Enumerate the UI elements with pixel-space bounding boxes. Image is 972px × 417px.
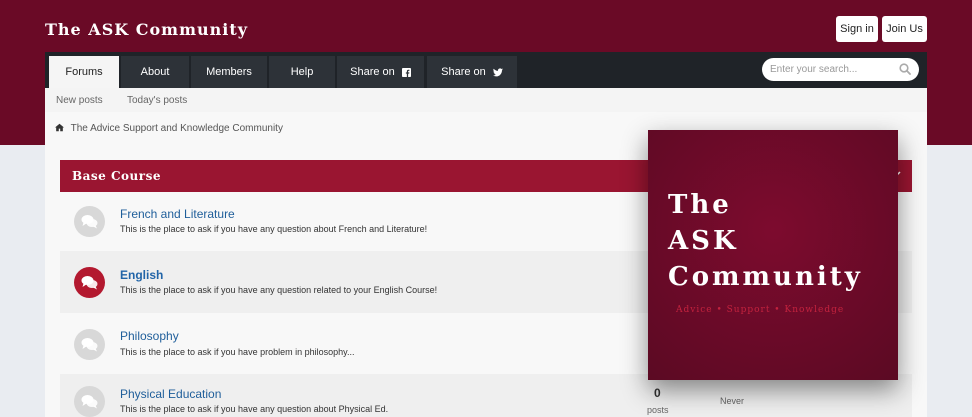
community-logo: The ASK Community Advice • Support • Kno… bbox=[648, 130, 898, 380]
forum-title-link[interactable]: Physical Education bbox=[120, 387, 221, 401]
forum-description: This is the place to ask if you have pro… bbox=[120, 347, 355, 357]
logo-line-2: ASK bbox=[668, 226, 739, 256]
search-icon[interactable] bbox=[899, 63, 911, 75]
breadcrumb-community-link[interactable]: The Advice Support and Knowledge Communi… bbox=[71, 123, 283, 134]
logo-tagline: Advice • Support • Knowledge bbox=[676, 305, 845, 315]
forum-description: This is the place to ask if you have any… bbox=[120, 224, 428, 234]
forum-status-icon bbox=[74, 267, 105, 298]
forum-status-icon bbox=[74, 386, 105, 417]
tab-forums[interactable]: Forums bbox=[49, 56, 119, 88]
share-twitter-label: Share on bbox=[441, 66, 486, 78]
forum-title-link[interactable]: English bbox=[120, 268, 163, 282]
tab-share-twitter[interactable]: Share on bbox=[427, 56, 517, 88]
tab-help[interactable]: Help bbox=[269, 56, 335, 88]
chat-bubbles-icon bbox=[81, 338, 98, 352]
search-box bbox=[762, 58, 919, 81]
forum-description: This is the place to ask if you have any… bbox=[120, 285, 438, 295]
site-title[interactable]: The ASK Community bbox=[45, 20, 248, 39]
tab-members[interactable]: Members bbox=[191, 56, 267, 88]
search-input[interactable] bbox=[770, 61, 895, 78]
main-navbar: Forums About Members Help Share on Share… bbox=[45, 52, 927, 88]
join-button[interactable]: Join Us bbox=[882, 16, 927, 42]
posts-label: posts bbox=[647, 405, 669, 415]
sub-navigation: New posts Today's posts bbox=[45, 88, 927, 112]
tab-about[interactable]: About bbox=[121, 56, 189, 88]
logo-line-1: The bbox=[668, 190, 732, 220]
forum-title-link[interactable]: Philosophy bbox=[120, 329, 179, 343]
subnav-todays-posts[interactable]: Today's posts bbox=[127, 95, 187, 106]
share-facebook-label: Share on bbox=[350, 66, 395, 78]
chat-bubbles-icon bbox=[81, 215, 98, 229]
subnav-new-posts[interactable]: New posts bbox=[56, 95, 103, 106]
logo-line-3: Community bbox=[668, 262, 863, 292]
forum-row: Physical Education This is the place to … bbox=[60, 374, 912, 417]
twitter-icon bbox=[492, 67, 503, 77]
last-post-info: Never bbox=[720, 396, 745, 406]
forum-status-icon bbox=[74, 206, 105, 237]
breadcrumb: The Advice Support and Knowledge Communi… bbox=[55, 123, 283, 134]
tab-share-facebook[interactable]: Share on bbox=[337, 56, 424, 88]
chat-bubbles-icon bbox=[81, 276, 98, 290]
forum-description: This is the place to ask if you have any… bbox=[120, 404, 389, 414]
forum-status-icon bbox=[74, 329, 105, 360]
sign-in-button[interactable]: Sign in bbox=[836, 16, 878, 42]
home-icon[interactable] bbox=[55, 123, 64, 132]
facebook-icon bbox=[401, 67, 411, 77]
posts-count: 0 bbox=[654, 386, 661, 400]
chat-bubbles-icon bbox=[81, 395, 98, 409]
forum-title-link[interactable]: French and Literature bbox=[120, 207, 235, 221]
